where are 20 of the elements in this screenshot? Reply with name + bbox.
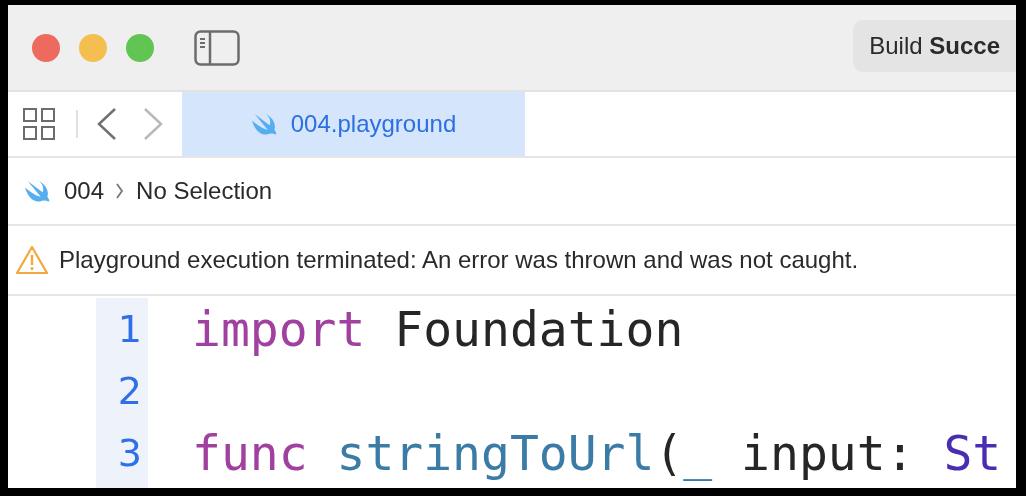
back-button[interactable] xyxy=(96,107,118,141)
chevron-icon xyxy=(116,183,125,199)
code-line: import Foundation xyxy=(192,300,685,359)
line-number: 2 xyxy=(117,368,142,415)
warning-message: Playground execution terminated: An error was thrown and was not caught. xyxy=(59,246,859,274)
minimize-button[interactable] xyxy=(79,33,107,62)
breadcrumb-item[interactable]: No Selection xyxy=(136,177,273,205)
build-status: Build Succe xyxy=(853,19,1016,72)
line-number: 3 xyxy=(117,430,142,477)
swift-bird-icon xyxy=(24,179,52,203)
sidebar-toggle-icon[interactable] xyxy=(194,29,240,66)
zoom-button[interactable] xyxy=(126,33,154,62)
file-tab[interactable]: 004.playground xyxy=(182,92,525,156)
swift-bird-icon xyxy=(250,112,279,136)
breadcrumb-item[interactable]: 004 xyxy=(64,177,105,205)
line-number: 1 xyxy=(117,306,142,353)
code-line: func stringToUrl(_ input: St xyxy=(192,424,1002,483)
close-button[interactable] xyxy=(32,33,60,62)
grid-icon[interactable] xyxy=(22,107,56,141)
warning-icon xyxy=(15,245,49,275)
